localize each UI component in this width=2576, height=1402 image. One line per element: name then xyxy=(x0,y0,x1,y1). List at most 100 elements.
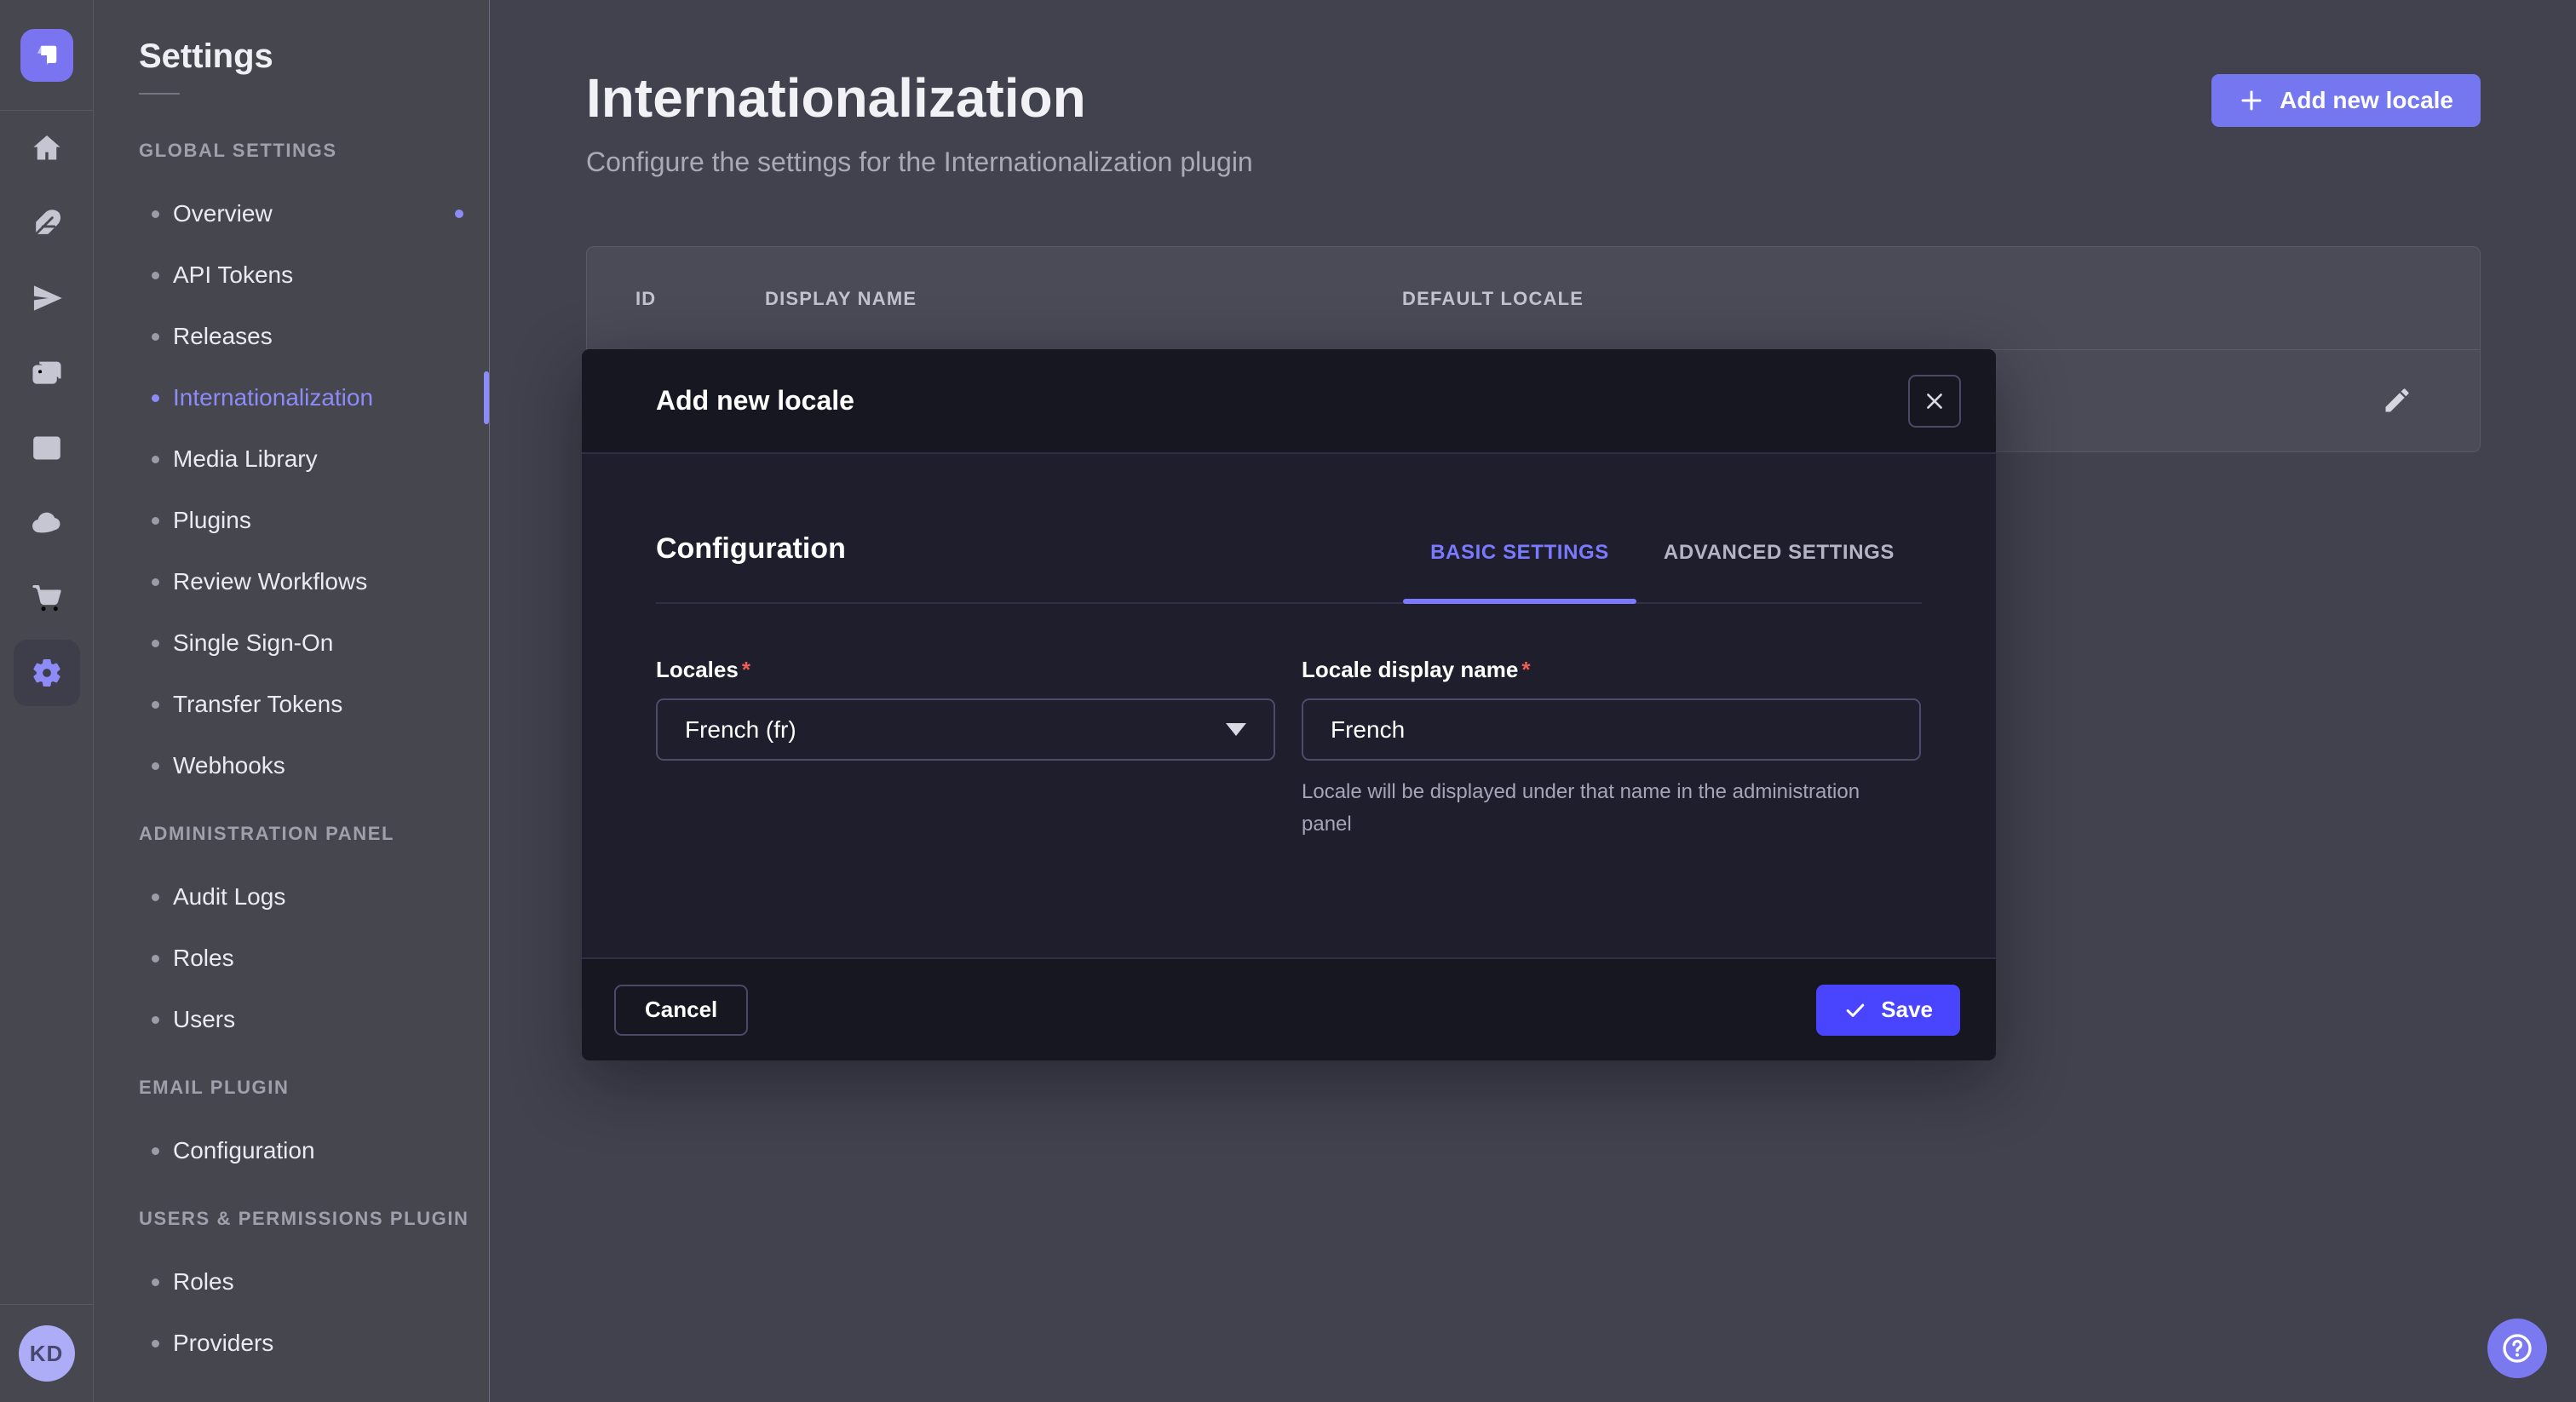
display-name-label: Locale display name xyxy=(1302,657,1518,682)
sidebar-item-roles[interactable]: Roles xyxy=(94,1251,489,1313)
bullet-icon xyxy=(152,762,159,770)
sidebar-item-label: Media Library xyxy=(173,445,318,473)
icon-rail: KD xyxy=(0,0,94,1402)
bullet-icon xyxy=(152,701,159,709)
layout-icon[interactable] xyxy=(0,411,93,486)
sidebar-item-label: Transfer Tokens xyxy=(173,691,342,718)
sidebar-item-providers[interactable]: Providers xyxy=(94,1313,489,1374)
locales-field: Locales* French (fr) xyxy=(656,657,1275,842)
strapi-logo-icon xyxy=(32,40,62,71)
notification-dot xyxy=(455,210,463,218)
paper-plane-icon[interactable] xyxy=(0,261,93,336)
nav-section-header: GLOBAL SETTINGS xyxy=(139,125,489,176)
sidebar-item-overview[interactable]: Overview xyxy=(94,183,489,244)
cart-icon[interactable] xyxy=(0,560,93,635)
configuration-heading: Configuration xyxy=(656,532,846,566)
table-header-row: ID DISPLAY NAME DEFAULT LOCALE xyxy=(587,247,2480,350)
tab-advanced-settings[interactable]: ADVANCED SETTINGS xyxy=(1636,503,1922,602)
help-button[interactable] xyxy=(2487,1319,2547,1378)
locales-label: Locales xyxy=(656,657,739,682)
nav-section: EMAIL PLUGIN Configuration xyxy=(94,1062,489,1181)
bullet-icon xyxy=(152,1340,159,1347)
required-asterisk: * xyxy=(742,657,750,682)
bullet-icon xyxy=(152,893,159,901)
sidebar-item-transfer-tokens[interactable]: Transfer Tokens xyxy=(94,674,489,735)
sidebar-item-label: Plugins xyxy=(173,507,251,534)
bullet-icon xyxy=(152,333,159,341)
sidebar-item-label: Audit Logs xyxy=(173,883,285,911)
display-name-field: Locale display name* Locale will be disp… xyxy=(1302,657,1921,842)
sidebar-item-label: Internationalization xyxy=(173,384,373,411)
bullet-icon xyxy=(152,640,159,647)
home-icon[interactable] xyxy=(0,111,93,186)
check-icon xyxy=(1843,998,1867,1022)
locales-select-value: French (fr) xyxy=(685,716,796,744)
settings-tabs: BASIC SETTINGS ADVANCED SETTINGS xyxy=(1403,503,1922,602)
question-mark-icon xyxy=(2500,1331,2534,1365)
title-divider xyxy=(139,93,180,95)
sidebar-item-webhooks[interactable]: Webhooks xyxy=(94,735,489,796)
strapi-logo[interactable] xyxy=(20,29,73,82)
sidebar-item-label: Roles xyxy=(173,945,234,972)
sidebar-item-api-tokens[interactable]: API Tokens xyxy=(94,244,489,306)
bullet-icon xyxy=(152,272,159,279)
bullet-icon xyxy=(152,210,159,218)
sidebar-item-label: Configuration xyxy=(173,1137,315,1164)
sidebar-item-configuration[interactable]: Configuration xyxy=(94,1120,489,1181)
nav-section: GLOBAL SETTINGS Overview API TokensRelease… xyxy=(94,125,489,796)
strapi-settings-page: KD Settings GLOBAL SETTINGS Overview API T… xyxy=(0,0,2576,1402)
sidebar-item-roles[interactable]: Roles xyxy=(94,928,489,989)
modal-close-button[interactable] xyxy=(1908,375,1961,428)
add-new-locale-modal: Add new locale Configuration BASIC SETTI… xyxy=(582,349,1996,1060)
bullet-icon xyxy=(152,1278,159,1286)
settings-gear-icon[interactable] xyxy=(0,635,93,710)
column-header-default-locale: DEFAULT LOCALE xyxy=(1402,247,1584,350)
subnav-title: Settings xyxy=(139,37,489,76)
display-name-hint: Locale will be displayed under that name… xyxy=(1302,776,1889,842)
close-icon xyxy=(1923,390,1946,412)
modal-title: Add new locale xyxy=(656,385,854,417)
plus-icon xyxy=(2239,88,2264,113)
sidebar-item-audit-logs[interactable]: Audit Logs xyxy=(94,866,489,928)
sidebar-item-media-library[interactable]: Media Library xyxy=(94,428,489,490)
display-name-input[interactable] xyxy=(1302,698,1921,761)
bullet-icon xyxy=(152,955,159,962)
sidebar-item-label: Single Sign-On xyxy=(173,629,333,657)
bullet-icon xyxy=(152,578,159,586)
user-avatar[interactable]: KD xyxy=(19,1325,75,1382)
edit-pencil-icon[interactable] xyxy=(2382,385,2412,416)
nav-section-header: USERS & PERMISSIONS PLUGIN xyxy=(139,1193,489,1244)
modal-footer: Cancel Save xyxy=(582,957,1996,1060)
cloud-icon[interactable] xyxy=(0,486,93,560)
feather-icon[interactable] xyxy=(0,186,93,261)
save-button[interactable]: Save xyxy=(1816,985,1960,1036)
column-header-id: ID xyxy=(635,247,656,350)
sidebar-item-single-sign-on[interactable]: Single Sign-On xyxy=(94,612,489,674)
settings-subnav: Settings GLOBAL SETTINGS Overview API Toke… xyxy=(94,0,490,1402)
locales-select[interactable]: French (fr) xyxy=(656,698,1275,761)
bullet-icon xyxy=(152,1016,159,1024)
add-button-label: Add new locale xyxy=(2280,87,2453,114)
sidebar-item-plugins[interactable]: Plugins xyxy=(94,490,489,551)
bullet-icon xyxy=(152,1147,159,1155)
sidebar-item-releases[interactable]: Releases xyxy=(94,306,489,367)
required-asterisk: * xyxy=(1521,657,1530,682)
bullet-icon xyxy=(152,456,159,463)
tab-basic-settings[interactable]: BASIC SETTINGS xyxy=(1403,503,1636,602)
sidebar-item-label: Users xyxy=(173,1006,235,1033)
add-new-locale-button[interactable]: Add new locale xyxy=(2211,74,2481,127)
bullet-icon xyxy=(152,517,159,525)
sidebar-item-internationalization[interactable]: Internationalization xyxy=(94,367,489,428)
sidebar-item-users[interactable]: Users xyxy=(94,989,489,1050)
cancel-button[interactable]: Cancel xyxy=(614,985,748,1036)
media-library-icon[interactable] xyxy=(0,336,93,411)
nav-section-header: EMAIL PLUGIN xyxy=(139,1062,489,1113)
sidebar-item-review-workflows[interactable]: Review Workflows xyxy=(94,551,489,612)
nav-section: USERS & PERMISSIONS PLUGIN Roles Providers xyxy=(94,1193,489,1374)
sidebar-item-label: Roles xyxy=(173,1268,234,1296)
sidebar-item-label: Overview xyxy=(173,200,273,227)
save-button-label: Save xyxy=(1881,997,1933,1023)
nav-section-header: ADMINISTRATION PANEL xyxy=(139,808,489,859)
sidebar-item-label: Review Workflows xyxy=(173,568,367,595)
column-header-display-name: DISPLAY NAME xyxy=(765,247,917,350)
